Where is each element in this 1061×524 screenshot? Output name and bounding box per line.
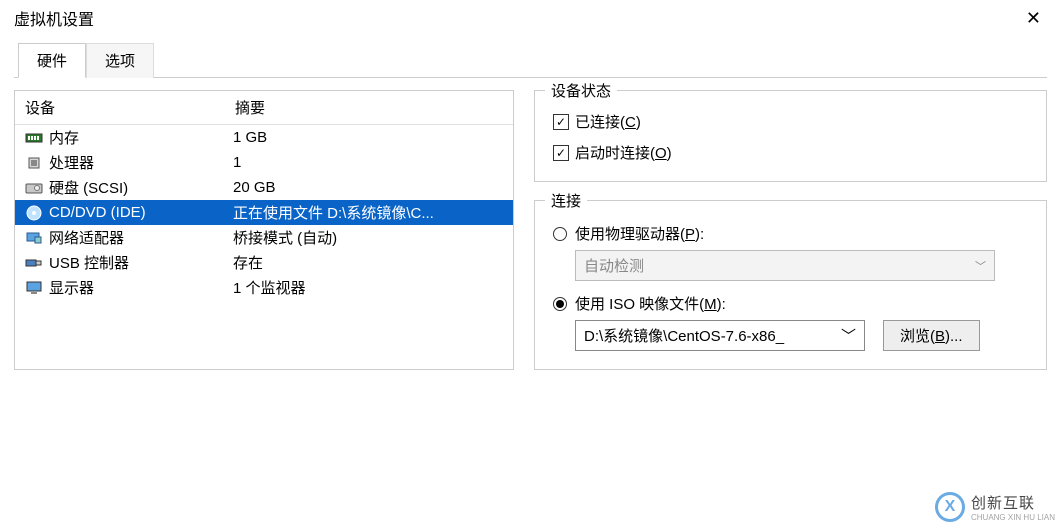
device-summary: 1 GB	[233, 129, 507, 146]
device-row-memory[interactable]: 内存 1 GB	[15, 125, 513, 150]
device-row-cddvd[interactable]: CD/DVD (IDE) 正在使用文件 D:\系统镜像\C...	[15, 200, 513, 225]
device-summary: 1	[233, 154, 507, 171]
physical-drive-select: 自动检测 ﹀	[575, 250, 995, 281]
network-icon	[23, 229, 45, 247]
group-title-connection: 连接	[545, 190, 587, 211]
checkbox-label: 启动时连接(O)	[575, 142, 672, 163]
device-summary: 正在使用文件 D:\系统镜像\C...	[233, 202, 507, 223]
radio-physical-drive[interactable]: 使用物理驱动器(P):	[553, 223, 1028, 244]
device-name: 显示器	[49, 277, 233, 298]
cpu-icon	[23, 154, 45, 172]
window-title: 虚拟机设置	[14, 6, 94, 30]
watermark-text-block: 创新互联 CHUANG XIN HU LIAN	[971, 492, 1055, 522]
radio-iso-file[interactable]: 使用 ISO 映像文件(M):	[553, 293, 1028, 314]
chevron-down-icon: ﹀	[975, 258, 986, 274]
device-name: 网络适配器	[49, 227, 233, 248]
device-name: 硬盘 (SCSI)	[49, 177, 233, 198]
disk-icon	[23, 179, 45, 197]
radio-label: 使用物理驱动器(P):	[575, 223, 704, 244]
watermark: X 创新互联 CHUANG XIN HU LIAN	[935, 492, 1055, 522]
device-summary: 20 GB	[233, 179, 507, 196]
watermark-logo-icon: X	[935, 492, 965, 522]
checkbox-connect-on-start[interactable]: ✓ 启动时连接(O)	[553, 142, 1028, 163]
tab-strip: 硬件 选项	[14, 42, 1047, 78]
device-name: CD/DVD (IDE)	[49, 204, 233, 221]
close-icon[interactable]: ✕	[1020, 8, 1047, 29]
display-icon	[23, 279, 45, 297]
device-summary: 存在	[233, 252, 507, 273]
radio-icon	[553, 297, 567, 311]
tab-options[interactable]: 选项	[86, 43, 154, 78]
device-row-disk[interactable]: 硬盘 (SCSI) 20 GB	[15, 175, 513, 200]
memory-icon	[23, 129, 45, 147]
device-row-network[interactable]: 网络适配器 桥接模式 (自动)	[15, 225, 513, 250]
check-icon: ✓	[553, 114, 569, 130]
device-name: USB 控制器	[49, 252, 233, 273]
settings-panel: 设备状态 ✓ 已连接(C) ✓ 启动时连接(O) 连接 使用物理驱动器(P): …	[534, 90, 1047, 370]
group-device-status: 设备状态 ✓ 已连接(C) ✓ 启动时连接(O)	[534, 90, 1047, 182]
group-connection: 连接 使用物理驱动器(P): 自动检测 ﹀ 使用 ISO 映像文件(M): D:…	[534, 200, 1047, 370]
header-summary: 摘要	[225, 91, 513, 124]
device-summary: 桥接模式 (自动)	[233, 227, 507, 248]
content-area: 设备 摘要 内存 1 GB 处理器 1	[0, 78, 1061, 382]
select-value: 自动检测	[584, 255, 644, 276]
chevron-down-icon: ﹀	[841, 325, 856, 346]
checkbox-connected[interactable]: ✓ 已连接(C)	[553, 111, 1028, 132]
device-row-cpu[interactable]: 处理器 1	[15, 150, 513, 175]
header-device: 设备	[15, 91, 225, 124]
device-name: 处理器	[49, 152, 233, 173]
device-list-header: 设备 摘要	[15, 91, 513, 125]
device-list: 内存 1 GB 处理器 1 硬盘 (SCSI) 20 GB	[15, 125, 513, 300]
device-summary: 1 个监视器	[233, 277, 507, 298]
watermark-subtext: CHUANG XIN HU LIAN	[971, 513, 1055, 522]
device-row-display[interactable]: 显示器 1 个监视器	[15, 275, 513, 300]
device-panel: 设备 摘要 内存 1 GB 处理器 1	[14, 90, 514, 370]
iso-path-select[interactable]: D:\系统镜像\CentOS-7.6-x86_ ﹀	[575, 320, 865, 351]
watermark-text: 创新互联	[971, 495, 1035, 512]
browse-button[interactable]: 浏览(B)...	[883, 320, 980, 351]
device-row-usb[interactable]: USB 控制器 存在	[15, 250, 513, 275]
device-name: 内存	[49, 127, 233, 148]
tab-hardware[interactable]: 硬件	[18, 43, 86, 78]
usb-icon	[23, 254, 45, 272]
titlebar: 虚拟机设置 ✕	[0, 0, 1061, 34]
iso-row: D:\系统镜像\CentOS-7.6-x86_ ﹀ 浏览(B)...	[575, 320, 1028, 351]
check-icon: ✓	[553, 145, 569, 161]
radio-icon	[553, 227, 567, 241]
cd-icon	[23, 204, 45, 222]
iso-path-value: D:\系统镜像\CentOS-7.6-x86_	[584, 325, 784, 346]
checkbox-label: 已连接(C)	[575, 111, 641, 132]
radio-label: 使用 ISO 映像文件(M):	[575, 293, 726, 314]
group-title-status: 设备状态	[545, 80, 617, 101]
